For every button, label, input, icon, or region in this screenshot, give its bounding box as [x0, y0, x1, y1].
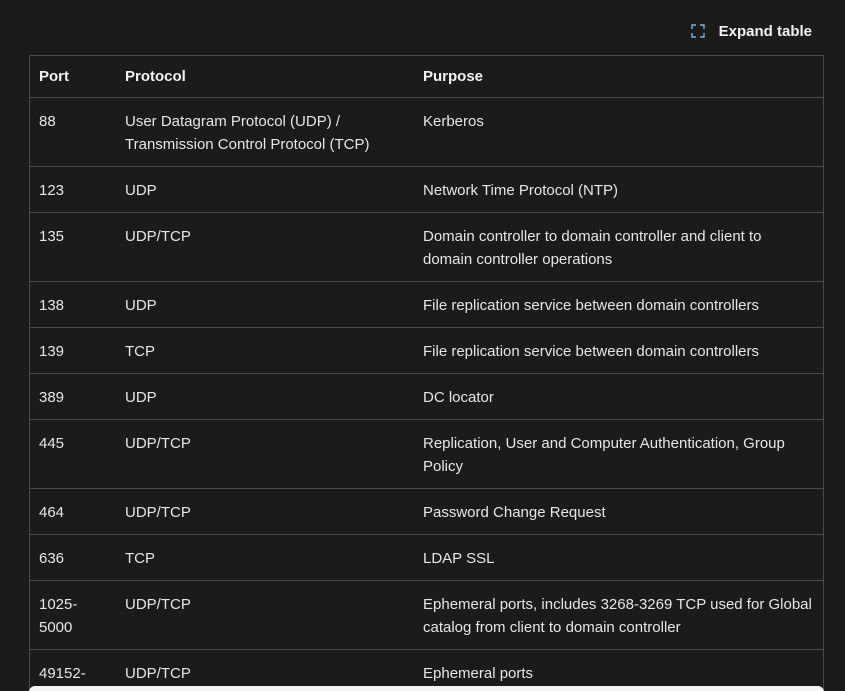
next-content-edge — [29, 686, 824, 691]
cell-port: 445 — [30, 419, 116, 489]
cell-protocol: UDP — [116, 373, 414, 420]
table-row: 139 TCP File replication service between… — [30, 327, 823, 374]
header-protocol: Protocol — [116, 56, 414, 98]
cell-purpose: File replication service between domain … — [414, 327, 823, 374]
cell-protocol: UDP/TCP — [116, 419, 414, 489]
cell-protocol: UDP — [116, 166, 414, 213]
header-purpose: Purpose — [414, 56, 823, 98]
cell-port: 138 — [30, 281, 116, 328]
cell-protocol: UDP/TCP — [116, 488, 414, 535]
cell-protocol: UDP — [116, 281, 414, 328]
expand-table-button[interactable]: Expand table — [690, 18, 812, 44]
cell-port: 139 — [30, 327, 116, 374]
cell-purpose: Password Change Request — [414, 488, 823, 535]
table-row: 464 UDP/TCP Password Change Request — [30, 488, 823, 535]
cell-port: 1025-5000 — [30, 580, 116, 650]
ports-table-container: Port Protocol Purpose 88 User Datagram P… — [29, 55, 824, 691]
header-port: Port — [30, 56, 116, 98]
cell-port: 88 — [30, 97, 116, 167]
cell-protocol: User Datagram Protocol (UDP) / Transmiss… — [116, 97, 414, 167]
table-row: 445 UDP/TCP Replication, User and Comput… — [30, 419, 823, 489]
table-row: 389 UDP DC locator — [30, 373, 823, 420]
cell-port: 464 — [30, 488, 116, 535]
cell-purpose: Ephemeral ports, includes 3268-3269 TCP … — [414, 580, 823, 650]
table-header-row: Port Protocol Purpose — [30, 56, 823, 98]
cell-purpose: File replication service between domain … — [414, 281, 823, 328]
cell-port: 389 — [30, 373, 116, 420]
cell-protocol: UDP/TCP — [116, 212, 414, 282]
cell-protocol: UDP/TCP — [125, 665, 191, 682]
cell-port: 636 — [30, 534, 116, 581]
expand-table-label: Expand table — [718, 22, 812, 40]
cell-purpose: Kerberos — [414, 97, 823, 167]
cell-purpose: Domain controller to domain controller a… — [414, 212, 823, 282]
table-row: 1025-5000 UDP/TCP Ephemeral ports, inclu… — [30, 580, 823, 650]
expand-icon — [690, 24, 705, 38]
cell-port: 123 — [30, 166, 116, 213]
cell-purpose: Network Time Protocol (NTP) — [414, 166, 823, 213]
table-row: 123 UDP Network Time Protocol (NTP) — [30, 166, 823, 213]
table-row: 49152-65535 UDP/TCP Ephemeral ports — [30, 650, 823, 691]
cell-port: 49152-65535 — [39, 665, 86, 691]
ports-table: Port Protocol Purpose 88 User Datagram P… — [30, 56, 823, 691]
cell-protocol: UDP/TCP — [116, 580, 414, 650]
cell-purpose: LDAP SSL — [414, 534, 823, 581]
cell-protocol: TCP — [116, 327, 414, 374]
cell-port: 135 — [30, 212, 116, 282]
table-row: 138 UDP File replication service between… — [30, 281, 823, 328]
cell-purpose: DC locator — [414, 373, 823, 420]
table-row: 636 TCP LDAP SSL — [30, 534, 823, 581]
table-row: 135 UDP/TCP Domain controller to domain … — [30, 212, 823, 282]
table-row: 88 User Datagram Protocol (UDP) / Transm… — [30, 97, 823, 167]
cell-purpose: Ephemeral ports — [423, 665, 534, 682]
cell-purpose: Replication, User and Computer Authentic… — [414, 419, 823, 489]
cell-protocol: TCP — [116, 534, 414, 581]
